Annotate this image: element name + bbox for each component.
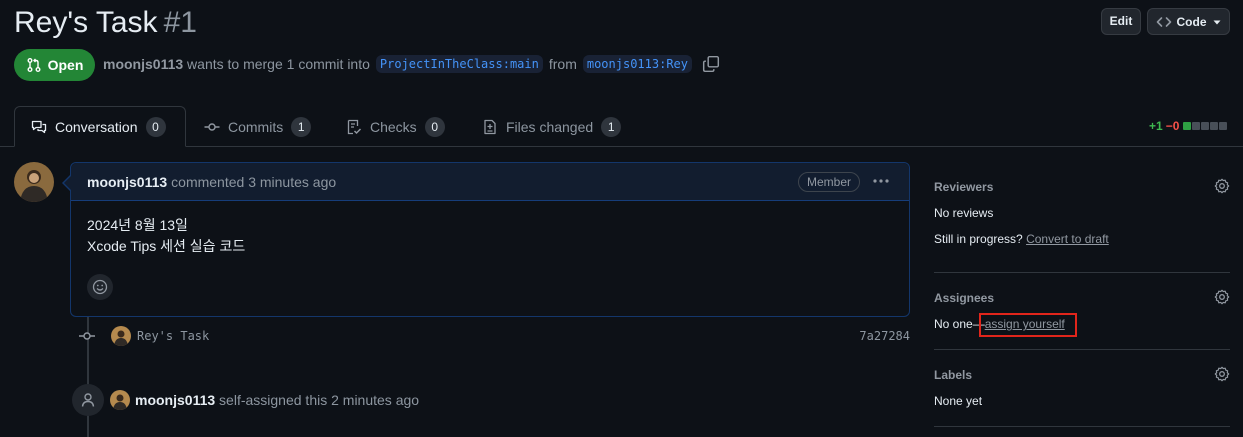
comment-author-link[interactable]: moonjs0113 (87, 174, 167, 190)
commit-message-link[interactable]: Rey's Task (137, 329, 209, 343)
labels-value: None yet (934, 394, 983, 408)
tab-commits[interactable]: Commits 1 (204, 106, 312, 147)
tab-files-changed-count: 1 (601, 116, 622, 137)
edit-button[interactable]: Edit (1101, 8, 1141, 35)
event-description: self-assigned this 2 minutes ago (219, 392, 420, 408)
triangle-down-icon (1213, 20, 1220, 24)
event-author-avatar[interactable] (110, 390, 130, 410)
reviewers-title[interactable]: Reviewers (934, 178, 1230, 196)
tab-commits-label: Commits (228, 118, 284, 135)
avatar-image (111, 326, 131, 346)
tabs-divider (0, 146, 1243, 147)
pr-number: #1 (163, 6, 197, 39)
diffstat-block (1210, 122, 1219, 130)
draft-prompt-text: Still in progress? (934, 232, 1023, 246)
copy-icon[interactable] (702, 55, 720, 73)
convert-to-draft-link[interactable]: Convert to draft (1026, 232, 1109, 246)
diffstat-deletions: −0 (1165, 119, 1180, 133)
code-button-label: Code (1176, 14, 1207, 29)
tab-conversation-label: Conversation (55, 118, 138, 135)
event-text: moonjs0113 self-assigned this 2 minutes … (135, 392, 419, 408)
gear-icon[interactable] (1214, 289, 1230, 305)
assignees-title[interactable]: Assignees (934, 289, 1230, 307)
state-badge-open: Open (14, 49, 95, 81)
person-icon (72, 384, 104, 416)
git-commit-icon (79, 332, 95, 340)
assignees-value: No one— (934, 317, 985, 331)
smiley-icon (92, 279, 108, 295)
highlight-box (979, 313, 1077, 337)
comment-body-line: Xcode Tips 세션 실습 코드 (87, 238, 246, 254)
avatar-image (14, 162, 54, 202)
tab-checks-label: Checks (370, 118, 417, 135)
diffstat-block (1192, 122, 1201, 130)
commit-author-avatar[interactable] (111, 326, 131, 346)
avatar-image (110, 390, 130, 410)
comment-box: moonjs0113 commented 3 minutes ago Membe… (70, 162, 910, 317)
member-badge: Member (798, 172, 861, 192)
tab-checks-count: 0 (424, 116, 445, 137)
file-diff-icon (484, 119, 496, 134)
merge-summary: moonjs0113 wants to merge 1 commit into … (103, 55, 720, 73)
tab-files-changed-label: Files changed (506, 118, 594, 135)
tab-conversation-count: 0 (145, 116, 166, 137)
sidebar-divider (934, 349, 1230, 350)
tab-conversation[interactable]: Conversation 0 (14, 106, 186, 147)
diffstat: +1 −0 (1149, 119, 1228, 133)
comment-timestamp[interactable]: commented 3 minutes ago (171, 174, 336, 190)
commit-sha-link[interactable]: 7a27284 (859, 329, 910, 343)
gear-icon[interactable] (1214, 178, 1230, 194)
code-dropdown-button[interactable]: Code (1147, 8, 1230, 35)
sidebar-divider (934, 272, 1230, 273)
from-text: from (548, 56, 577, 72)
state-label: Open (47, 57, 84, 73)
pr-title-text: Rey's Task (14, 6, 158, 39)
diffstat-block (1201, 122, 1210, 130)
tab-checks[interactable]: Checks 0 (346, 106, 445, 147)
checklist-icon (347, 119, 362, 134)
comment-discussion-icon (31, 120, 47, 133)
diffstat-block (1219, 122, 1228, 130)
diffstat-block (1183, 122, 1192, 130)
git-commit-icon (204, 122, 220, 131)
merge-text: wants to merge 1 commit into (187, 56, 370, 72)
git-pull-request-icon (27, 58, 41, 72)
diffstat-additions: +1 (1149, 119, 1163, 133)
comment-header: moonjs0113 commented 3 minutes ago (71, 163, 909, 201)
labels-title[interactable]: Labels (934, 366, 1230, 384)
pr-title: Rey's Task #1 (14, 4, 197, 42)
gear-icon[interactable] (1214, 366, 1230, 382)
merge-author-link[interactable]: moonjs0113 (103, 56, 183, 72)
comment-arrow-inner (64, 176, 71, 190)
comment-body: 2024년 8월 13일 Xcode Tips 세션 실습 코드 (71, 201, 909, 257)
tab-commits-count: 1 (291, 116, 312, 137)
draft-prompt: Still in progress? Convert to draft (934, 230, 1230, 248)
sidebar-divider (934, 426, 1230, 427)
reviewers-value: No reviews (934, 206, 994, 220)
head-branch[interactable]: moonjs0113:Rey (582, 55, 693, 73)
base-branch[interactable]: ProjectInTheClass:main (375, 55, 543, 73)
timeline-commit: Rey's Task 7a27284 (78, 325, 910, 347)
sidebar-reviewers: Reviewers No reviews Still in progress? … (934, 178, 1230, 248)
kebab-horizontal-icon[interactable] (872, 172, 890, 190)
event-author-link[interactable]: moonjs0113 (135, 392, 215, 408)
add-reaction-button[interactable] (87, 274, 113, 300)
sidebar-labels: Labels None yet (934, 366, 1230, 410)
avatar[interactable] (14, 162, 54, 202)
comment-body-line: 2024년 8월 13일 (87, 217, 188, 233)
code-icon (1156, 16, 1171, 27)
tab-files-changed[interactable]: Files changed 1 (482, 106, 622, 147)
